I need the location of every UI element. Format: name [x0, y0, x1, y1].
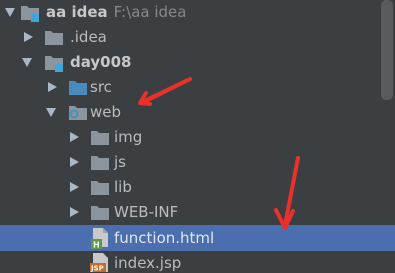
expand-arrow-icon[interactable] [46, 108, 56, 117]
expand-arrow-icon[interactable] [5, 8, 15, 17]
tree-row-function-html[interactable]: H function.html [0, 225, 395, 251]
tree-item-label: lib [114, 178, 132, 196]
svg-text:H: H [93, 241, 100, 250]
tree-item-label: day008 [70, 53, 132, 71]
tree-item-label: .idea [70, 28, 107, 46]
tree-row-idea[interactable]: .idea [0, 25, 395, 50]
root-path: F:\aa idea [113, 3, 187, 21]
tree-item-label: img [114, 128, 143, 146]
tree-item-label: function.html [114, 229, 215, 247]
tree-row-img[interactable]: img [0, 125, 395, 150]
tree-row-web[interactable]: web [0, 100, 395, 125]
expand-arrow-icon[interactable] [22, 58, 32, 67]
tree-item-label: src [90, 78, 112, 96]
tree-row-root[interactable]: aa idea F:\aa idea [0, 0, 395, 25]
tree-item-label: WEB-INF [114, 203, 179, 221]
root-name: aa idea [46, 3, 108, 21]
tree-row-index-jsp[interactable]: JSP index.jsp [0, 251, 395, 273]
project-tree-panel: aa idea F:\aa idea .idea day008 src web … [0, 0, 395, 273]
expand-arrow-icon[interactable] [70, 132, 79, 142]
expand-arrow-icon[interactable] [70, 207, 79, 217]
expand-arrow-icon[interactable] [70, 182, 79, 192]
expand-arrow-icon[interactable] [70, 157, 79, 167]
tree-row-web-inf[interactable]: WEB-INF [0, 200, 395, 225]
jsp-file-icon: JSP [90, 251, 112, 273]
tree-root-label: aa idea F:\aa idea [46, 0, 186, 25]
tree-row-day008[interactable]: day008 [0, 50, 395, 75]
tree-item-label: index.jsp [114, 254, 182, 272]
svg-text:JSP: JSP [90, 265, 104, 273]
expand-arrow-icon[interactable] [48, 82, 57, 92]
tree-row-js[interactable]: js [0, 150, 395, 175]
tree-row-src[interactable]: src [0, 75, 395, 100]
tree-row-lib[interactable]: lib [0, 175, 395, 200]
expand-arrow-icon[interactable] [24, 32, 33, 42]
tree-item-label: web [90, 103, 122, 121]
tree-item-label: js [114, 153, 126, 171]
vertical-scrollbar[interactable] [381, 0, 393, 100]
